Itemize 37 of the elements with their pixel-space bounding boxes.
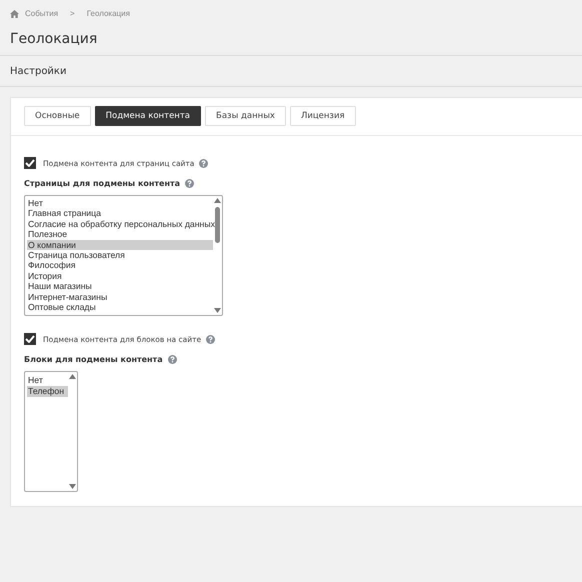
list-option[interactable]: Главная страница [27, 208, 213, 219]
multi-select-list[interactable]: Нет Телефон [24, 371, 78, 492]
tab[interactable]: Лицензия [290, 106, 356, 126]
list-option[interactable]: Нет [27, 375, 68, 386]
list-option[interactable]: Интернет-магазины [27, 292, 213, 302]
scrollbar[interactable] [213, 196, 222, 315]
field-label: Страницы для подмены контента [24, 178, 180, 188]
checkbox[interactable] [24, 333, 36, 345]
breadcrumb-separator: > [70, 9, 75, 18]
home-icon[interactable] [10, 10, 19, 18]
list-option[interactable]: Философия [27, 260, 213, 271]
list-option[interactable]: История [27, 270, 213, 282]
help-icon[interactable] [199, 158, 208, 168]
scroll-down-icon[interactable] [214, 308, 221, 313]
list-option[interactable]: Наши магазины [27, 281, 213, 292]
multi-select-list[interactable]: Нет Главная страница Согласие на обработку персональных данных Полезное О компании Страница пользователя Философия История Наши магазины Интернет-магазины Оптовые склады [24, 195, 223, 316]
list-option[interactable]: О компании [27, 240, 213, 250]
list-option[interactable]: Полезное [27, 229, 213, 240]
field-label: Блоки для подмены контента [24, 354, 163, 364]
tab[interactable]: Подмена контента [94, 106, 202, 126]
scroll-up-icon[interactable] [214, 198, 221, 203]
tab[interactable]: Базы данных [205, 106, 286, 126]
tab[interactable]: Основные [24, 106, 91, 126]
list-option[interactable]: Телефон [27, 386, 68, 397]
help-icon[interactable] [185, 178, 194, 188]
scrollbar[interactable] [68, 372, 77, 491]
help-icon[interactable] [206, 334, 216, 344]
help-icon[interactable] [168, 354, 177, 364]
list-option[interactable]: Страница пользователя [27, 250, 213, 260]
list-option[interactable]: Оптовые склады [27, 302, 213, 312]
list-option[interactable]: Согласие на обработку персональных данных [27, 218, 213, 230]
page-title: Геолокация [9, 30, 98, 49]
scroll-down-icon[interactable] [69, 484, 76, 489]
list-option[interactable]: Нет [27, 198, 213, 208]
section-title: Настройки [9, 65, 68, 79]
scroll-up-icon[interactable] [69, 374, 76, 379]
checkbox[interactable] [24, 157, 36, 169]
